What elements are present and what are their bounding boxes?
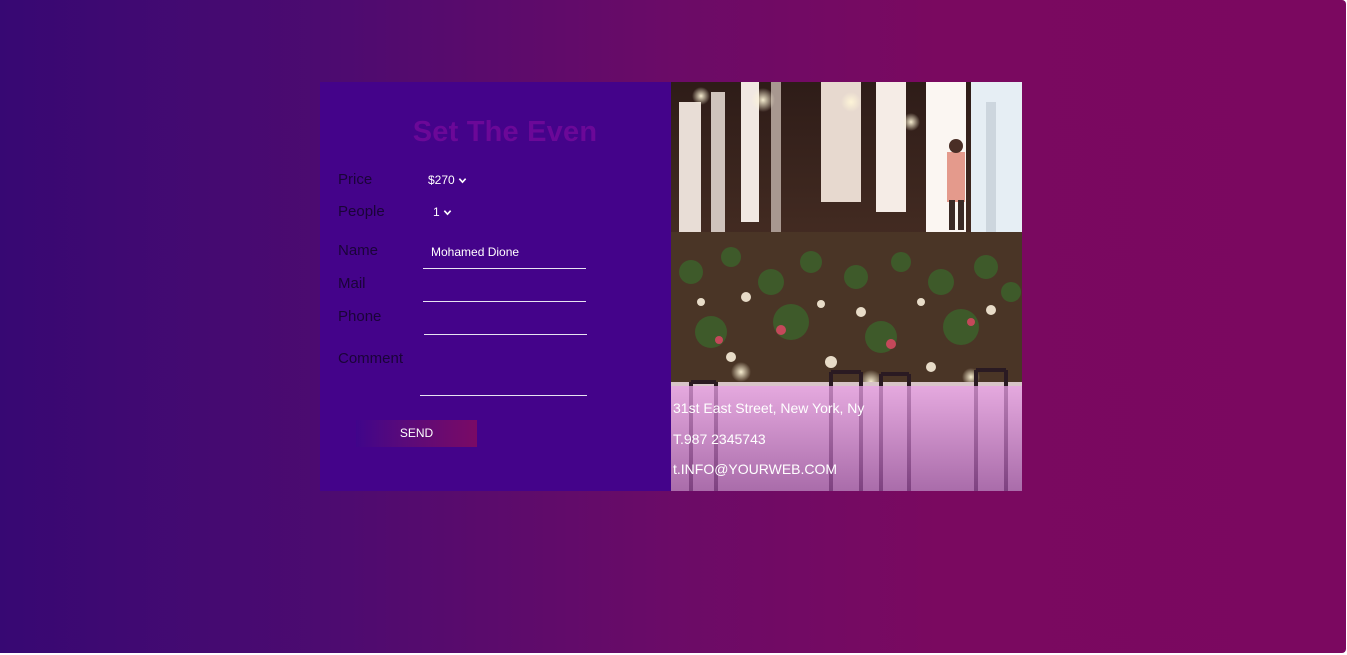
price-label: Price <box>338 171 373 188</box>
address-text: 31st East Street, New York, Ny <box>673 400 865 416</box>
comment-input[interactable] <box>420 369 587 396</box>
people-select[interactable]: 1 <box>433 205 452 219</box>
people-label: People <box>338 203 385 220</box>
chevron-down-icon <box>443 209 451 215</box>
people-select-value: 1 <box>433 205 440 219</box>
price-select[interactable]: $270 <box>428 173 467 187</box>
phone-label: Phone <box>338 308 382 325</box>
price-select-value: $270 <box>428 173 455 187</box>
mail-input[interactable] <box>423 275 586 302</box>
chevron-down-icon <box>458 177 466 183</box>
send-button[interactable]: SEND <box>356 420 477 447</box>
email-link[interactable]: t.INFO@YOURWEB.COM <box>673 461 837 477</box>
banquet-hall-photo <box>671 82 1022 491</box>
contact-panel: 31st East Street, New York, Ny T.987 234… <box>671 82 1022 491</box>
form-title: Set The Even <box>412 116 598 148</box>
event-card: Set The Even Price $270 People 1 Name Ma… <box>320 82 1022 491</box>
booking-form: Set The Even Price $270 People 1 Name Ma… <box>320 82 671 491</box>
phone-input[interactable] <box>424 308 587 335</box>
comment-label: Comment <box>338 350 404 367</box>
page-background: Set The Even Price $270 People 1 Name Ma… <box>0 0 1346 653</box>
name-input[interactable] <box>423 242 586 269</box>
phone-text: T.987 2345743 <box>673 431 766 447</box>
mail-label: Mail <box>338 275 366 292</box>
name-label: Name <box>338 242 379 259</box>
